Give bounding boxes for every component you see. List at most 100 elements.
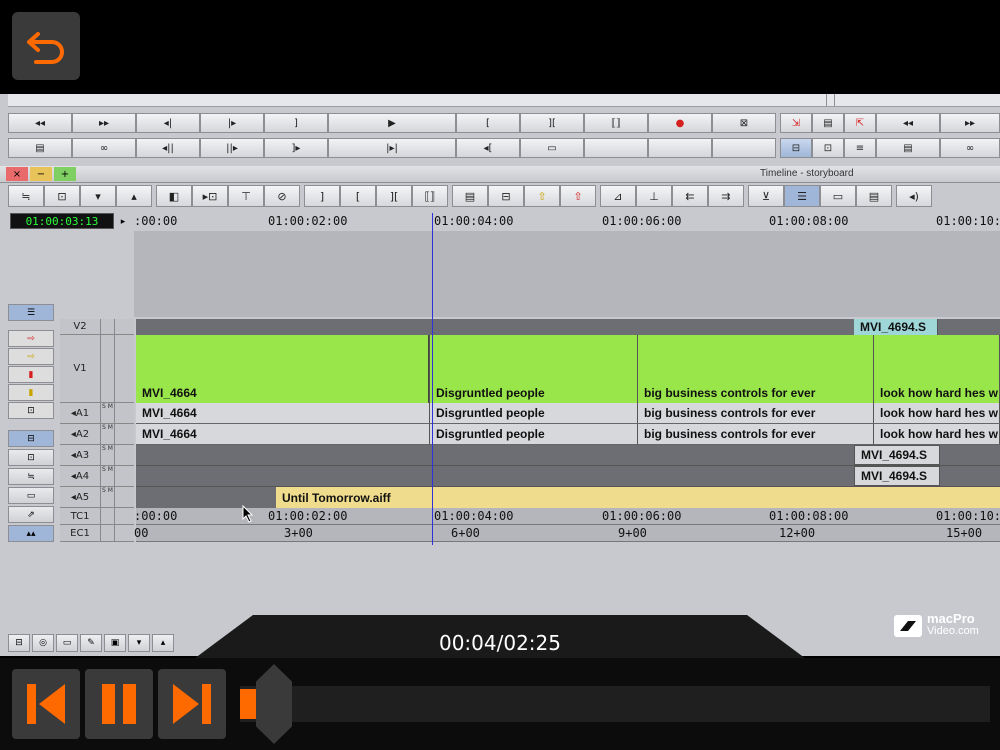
playhead[interactable] (432, 213, 433, 545)
segment-mode-button[interactable]: ⊟ (780, 138, 812, 158)
yellow-arrow-button[interactable]: ⇨ (8, 348, 54, 365)
blank-button-1[interactable] (584, 138, 648, 158)
track-label-a1[interactable]: ◂A1 (60, 403, 100, 424)
track-lane-a4[interactable]: MVI_4694.S (136, 466, 1000, 487)
mark-out-tool-button[interactable]: ] (304, 185, 340, 207)
step-forward-button[interactable]: |▸ (200, 113, 264, 133)
track-label-tc1[interactable]: TC1 (60, 508, 100, 525)
match-frame-button[interactable]: ▸⊡ (192, 185, 228, 207)
settings-button[interactable]: ≡ (844, 138, 876, 158)
mark-in-button[interactable]: [ (456, 113, 520, 133)
slip-right-button[interactable]: ⇉ (708, 185, 744, 207)
clip-frame-button[interactable]: ⊡ (44, 185, 80, 207)
track-label-v1[interactable]: V1 (60, 335, 100, 403)
minimize-window-button[interactable]: − (30, 167, 52, 181)
splice-in-button[interactable]: ⇲ (780, 113, 812, 133)
skip-back-button[interactable] (12, 669, 80, 739)
red-segment-button[interactable]: ▮ (8, 366, 54, 383)
track-lock-v1[interactable] (114, 335, 134, 403)
track-sm-v1[interactable] (100, 335, 114, 403)
track-label-a2[interactable]: ◂A2 (60, 424, 100, 445)
record-button[interactable]: ● (648, 113, 712, 133)
step-back-button[interactable]: ◂| (136, 113, 200, 133)
lift-up-button[interactable]: ▴ (116, 185, 152, 207)
top-tail-button[interactable]: ⊤ (228, 185, 264, 207)
back-button[interactable] (12, 12, 80, 80)
timecode-display[interactable]: 01:00:03:13 (10, 213, 114, 229)
pause-button[interactable] (85, 669, 153, 739)
clip-a2[interactable]: look how hard hes w (874, 424, 1000, 444)
settings-view-button[interactable]: ≒ (8, 468, 54, 485)
track-lock-a5[interactable] (114, 487, 134, 508)
skip-forward-button[interactable] (158, 669, 226, 739)
clip-v1[interactable]: big business controls for ever (638, 335, 874, 403)
source-view-button[interactable]: ⊡ (8, 449, 54, 466)
clip-a1[interactable]: big business controls for ever (638, 403, 874, 423)
track-sm-a3[interactable]: S M (100, 445, 114, 466)
extract-tool-button[interactable]: ⊟ (488, 185, 524, 207)
overwrite-tool-button[interactable]: ⇧ (560, 185, 596, 207)
clip-v1[interactable]: MVI_4664 (136, 335, 430, 403)
mark-range-button[interactable]: ▭ (520, 138, 584, 158)
record-rewind-button[interactable]: ◂◂ (876, 113, 940, 133)
track-lock-a3[interactable] (114, 445, 134, 466)
effect-view-button[interactable]: ⇗ (8, 506, 54, 523)
go-to-in-button[interactable]: ◂[ (456, 138, 520, 158)
list-tool-button[interactable]: ☰ (784, 185, 820, 207)
timecode-menu-arrow[interactable]: ▸ (116, 213, 130, 229)
timeline-ruler[interactable]: :00:00 01:00:02:00 01:00:04:00 01:00:06:… (134, 213, 1000, 232)
play-button[interactable]: ▶ (328, 113, 456, 133)
slip-left-button[interactable]: ⇇ (672, 185, 708, 207)
grid-tool-button[interactable]: ▤ (856, 185, 892, 207)
zoom-window-button[interactable]: + (54, 167, 76, 181)
link-button[interactable]: ∞ (72, 138, 136, 158)
track-lock-v2[interactable] (114, 319, 134, 335)
blank-button-3[interactable] (712, 138, 776, 158)
yellow-segment-button[interactable]: ▮ (8, 384, 54, 401)
trim-button[interactable]: ⊥ (636, 185, 672, 207)
play-to-out-button[interactable]: |▸| (328, 138, 456, 158)
clip-a2[interactable]: Disgruntled people (430, 424, 638, 444)
timeline-view-button[interactable]: ⊟ (8, 430, 54, 447)
track-sm-a1[interactable]: S M (100, 403, 114, 424)
track-sm-a5[interactable]: S M (100, 487, 114, 508)
fit-button[interactable]: ⊠ (712, 113, 776, 133)
track-sm-a4[interactable]: S M (100, 466, 114, 487)
audio-tool-button[interactable]: ◂) (896, 185, 932, 207)
close-window-button[interactable]: × (6, 167, 28, 181)
track-lock-a4[interactable] (114, 466, 134, 487)
track-label-a4[interactable]: ◂A4 (60, 466, 100, 487)
clip-v1[interactable]: look how hard hes w (874, 335, 1000, 403)
track-label-a5[interactable]: ◂A5 (60, 487, 100, 508)
overwrite-button[interactable]: ⇱ (844, 113, 876, 133)
clip-a1[interactable]: MVI_4664 (136, 403, 430, 423)
track-settings-button[interactable]: ≒ (8, 185, 44, 207)
mark-in-tool-button[interactable]: [ (340, 185, 376, 207)
clear-marks-button[interactable]: ⟦⟧ (584, 113, 648, 133)
track-lane-v2[interactable]: MVI_4694.S (136, 319, 1000, 335)
tracks-menu-button[interactable]: ☰ (8, 304, 54, 321)
clip-a4[interactable]: MVI_4694.S (854, 466, 940, 486)
blank-button-2[interactable] (648, 138, 712, 158)
clear-button[interactable]: ⊘ (264, 185, 300, 207)
mark-clip-button[interactable]: ][ (520, 113, 584, 133)
clip-a5[interactable]: Until Tomorrow.aiff (276, 487, 1000, 508)
film-tool-button[interactable]: ▭ (820, 185, 856, 207)
rewind-button[interactable]: ◂◂ (8, 113, 72, 133)
clip-a2[interactable]: MVI_4664 (136, 424, 430, 444)
mark-both-tool-button[interactable]: ][ (376, 185, 412, 207)
bin-button[interactable]: ▤ (876, 138, 940, 158)
red-arrow-button[interactable]: ⇨ (8, 330, 54, 347)
track-label-a3[interactable]: ◂A3 (60, 445, 100, 466)
clip-v1[interactable]: Disgruntled people (430, 335, 638, 403)
clip-a1[interactable]: Disgruntled people (430, 403, 638, 423)
mark-out-button[interactable]: ] (264, 113, 328, 133)
track-label-v2[interactable]: V2 (60, 319, 100, 335)
segment-tool-button[interactable]: ⊻ (748, 185, 784, 207)
source-mode-button[interactable]: ⊡ (812, 138, 844, 158)
lift-tool-button[interactable]: ▤ (452, 185, 488, 207)
clip-a3[interactable]: MVI_4694.S (854, 445, 940, 465)
expand-button[interactable]: ▴▴ (8, 525, 54, 542)
film-view-button[interactable]: ▭ (8, 487, 54, 504)
clear-both-tool-button[interactable]: ⟦⟧ (412, 185, 448, 207)
